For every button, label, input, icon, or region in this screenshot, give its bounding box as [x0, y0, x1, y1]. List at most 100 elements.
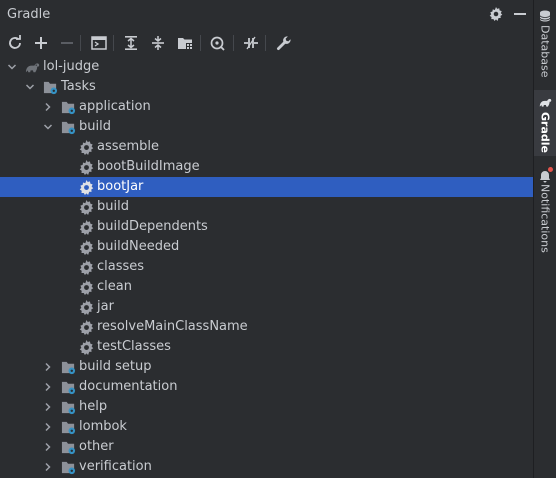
gear-icon — [79, 180, 94, 195]
tree-node-tasks[interactable]: Tasks — [0, 77, 533, 97]
tab-database[interactable]: Database — [534, 4, 556, 88]
gear-icon — [79, 280, 94, 295]
task-label: bootBuildImage — [97, 159, 200, 174]
right-tool-stripe: Database Gradle Notifications — [533, 0, 556, 478]
tree-node-group-other[interactable]: other — [0, 437, 533, 457]
task-label: testClasses — [97, 339, 171, 354]
gradle-elephant-icon — [539, 98, 551, 107]
reload-icon[interactable] — [5, 33, 25, 53]
database-icon — [539, 10, 551, 22]
gradle-tool-window: Gradle lol-judge Tasks application build… — [0, 0, 533, 478]
chevron-right-icon[interactable] — [42, 401, 54, 413]
task-folder-icon — [61, 461, 76, 475]
tab-notifications[interactable]: Notifications — [534, 162, 556, 262]
task-label: buildDependents — [97, 219, 208, 234]
chevron-down-icon[interactable] — [42, 121, 54, 133]
tree-node-group-build-setup[interactable]: build setup — [0, 357, 533, 377]
chevron-down-icon[interactable] — [24, 81, 36, 93]
chevron-right-icon[interactable] — [42, 441, 54, 453]
gear-icon — [79, 140, 94, 155]
tab-gradle-label: Gradle — [538, 112, 552, 153]
toolbar-separator — [233, 35, 234, 51]
toggle-offline-icon[interactable] — [241, 33, 261, 53]
tab-database-label: Database — [538, 25, 552, 78]
gradle-task-tree: lol-judge Tasks application build assemb… — [0, 57, 533, 478]
bell-icon — [539, 167, 553, 183]
task-folder-icon — [61, 421, 76, 435]
tree-node-task[interactable]: bootBuildImage — [0, 157, 533, 177]
minimize-icon[interactable] — [511, 5, 529, 23]
tree-node-group-lombok[interactable]: lombok — [0, 417, 533, 437]
gear-icon — [79, 160, 94, 175]
expand-all-icon[interactable] — [121, 33, 141, 53]
tree-node-group-help[interactable]: help — [0, 397, 533, 417]
tree-node-task-selected[interactable]: bootJar — [0, 177, 533, 197]
gradle-elephant-icon — [25, 63, 40, 73]
collapse-all-icon[interactable] — [148, 33, 168, 53]
chevron-right-icon[interactable] — [42, 421, 54, 433]
toolbar-separator — [200, 35, 201, 51]
task-label: assemble — [97, 139, 160, 154]
gradle-toolbar — [0, 30, 533, 56]
group-label: help — [79, 399, 108, 414]
chevron-right-icon[interactable] — [42, 361, 54, 373]
header-actions — [487, 5, 529, 23]
add-icon[interactable] — [31, 33, 51, 53]
toolbar-separator — [113, 35, 114, 51]
task-label: bootJar — [97, 179, 144, 194]
settings-wrench-icon[interactable] — [274, 33, 294, 53]
tree-node-task[interactable]: clean — [0, 277, 533, 297]
task-label: classes — [97, 259, 145, 274]
task-folder-icon — [61, 401, 76, 415]
group-label: build setup — [79, 359, 152, 374]
chevron-right-icon[interactable] — [42, 381, 54, 393]
group-label: lombok — [79, 419, 127, 434]
gear-icon[interactable] — [487, 5, 505, 23]
group-modules-icon[interactable] — [175, 33, 195, 53]
gear-icon — [79, 320, 94, 335]
tool-window-header: Gradle — [0, 0, 533, 28]
tree-node-task[interactable]: buildDependents — [0, 217, 533, 237]
project-label: lol-judge — [43, 59, 100, 74]
tree-node-group-documentation[interactable]: documentation — [0, 377, 533, 397]
task-folder-icon — [61, 441, 76, 455]
remove-icon[interactable] — [57, 33, 77, 53]
tree-node-task[interactable]: assemble — [0, 137, 533, 157]
tab-gradle[interactable]: Gradle — [534, 90, 556, 156]
group-label: other — [79, 439, 114, 454]
group-label: documentation — [79, 379, 178, 394]
tree-node-group-application[interactable]: application — [0, 97, 533, 117]
tasks-label: Tasks — [61, 79, 96, 94]
tool-window-title: Gradle — [7, 6, 51, 22]
tree-node-task[interactable]: resolveMainClassName — [0, 317, 533, 337]
tree-node-task[interactable]: classes — [0, 257, 533, 277]
group-label: application — [79, 99, 151, 114]
task-folder-icon — [61, 121, 76, 135]
task-label: resolveMainClassName — [97, 319, 248, 334]
task-folder-icon — [61, 381, 76, 395]
toolbar-separator — [80, 35, 81, 51]
tree-node-task[interactable]: testClasses — [0, 337, 533, 357]
task-label: buildNeeded — [97, 239, 180, 254]
tree-node-group-verification[interactable]: verification — [0, 457, 533, 477]
tree-node-group-build[interactable]: build — [0, 117, 533, 137]
notification-badge — [548, 167, 553, 172]
task-label: build — [97, 199, 129, 214]
gear-icon — [79, 300, 94, 315]
gear-icon — [79, 220, 94, 235]
tree-node-task[interactable]: buildNeeded — [0, 237, 533, 257]
run-task-icon[interactable] — [89, 33, 109, 53]
tree-node-project[interactable]: lol-judge — [0, 57, 533, 77]
gear-icon — [79, 200, 94, 215]
task-folder-icon — [61, 101, 76, 115]
tree-node-task[interactable]: build — [0, 197, 533, 217]
chevron-down-icon[interactable] — [6, 61, 18, 73]
task-label: clean — [97, 279, 132, 294]
analyze-dependencies-icon[interactable] — [207, 33, 227, 53]
chevron-right-icon[interactable] — [42, 101, 54, 113]
chevron-right-icon[interactable] — [42, 461, 54, 473]
task-label: jar — [97, 299, 114, 314]
tab-notifications-label: Notifications — [538, 184, 552, 253]
task-folder-icon — [61, 361, 76, 375]
tree-node-task[interactable]: jar — [0, 297, 533, 317]
